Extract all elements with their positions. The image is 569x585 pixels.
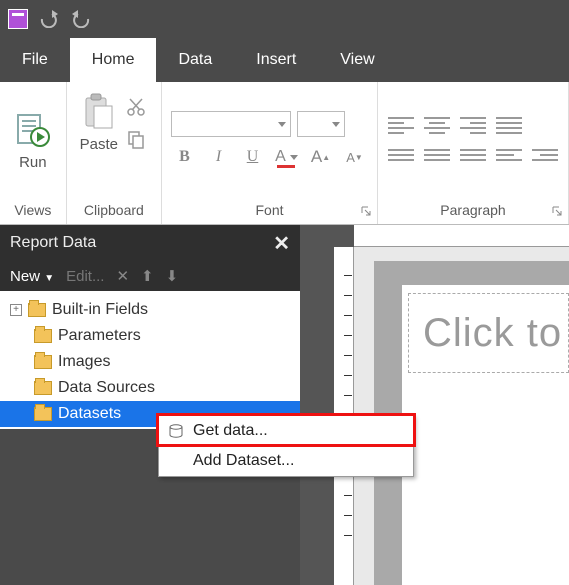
italic-button[interactable]: I: [205, 145, 233, 169]
tab-file[interactable]: File: [0, 38, 70, 82]
chevron-down-icon: [278, 122, 286, 127]
panel-title: Report Data: [10, 234, 96, 252]
paste-label: Paste: [80, 136, 118, 153]
paste-button[interactable]: Paste: [79, 92, 119, 153]
chevron-down-icon: [290, 155, 298, 160]
ribbon-group-paragraph: Paragraph: [378, 82, 569, 224]
folder-icon: [34, 407, 52, 421]
tree-item-parameters[interactable]: Parameters: [0, 323, 300, 349]
context-add-dataset[interactable]: Add Dataset...: [159, 446, 413, 476]
align-center-button[interactable]: [424, 114, 450, 136]
close-icon[interactable]: ✕: [273, 231, 290, 256]
shrink-font-button[interactable]: A▼: [341, 145, 369, 169]
underline-button[interactable]: U: [239, 145, 267, 169]
ribbon-group-clipboard: Paste Clipboard: [67, 82, 162, 224]
design-canvas: 1 Click to: [300, 225, 569, 585]
align-bottom-button[interactable]: [460, 144, 486, 166]
justify-button[interactable]: [496, 114, 522, 136]
quick-access-toolbar: [0, 0, 569, 38]
save-icon[interactable]: [8, 9, 28, 29]
panel-toolbar: New ▼ Edit... ✕ ⬆ ⬇: [0, 261, 300, 291]
folder-icon: [34, 329, 52, 343]
title-placeholder[interactable]: Click to: [408, 293, 569, 373]
run-button[interactable]: Run: [13, 110, 53, 171]
copy-button[interactable]: [123, 126, 149, 152]
context-menu: Get data... Add Dataset...: [158, 415, 414, 477]
align-middle-button[interactable]: [424, 144, 450, 166]
align-top-button[interactable]: [388, 144, 414, 166]
ribbon: Run Views Paste: [0, 82, 569, 225]
folder-icon: [28, 303, 46, 317]
move-up-icon[interactable]: ⬆: [141, 267, 154, 285]
group-label-paragraph: Paragraph: [378, 198, 568, 224]
group-label-clipboard: Clipboard: [67, 198, 161, 224]
group-label-views: Views: [0, 198, 66, 224]
folder-icon: [34, 355, 52, 369]
grow-font-button[interactable]: A▲: [307, 145, 335, 169]
delete-icon[interactable]: ✕: [116, 267, 129, 285]
expand-icon[interactable]: +: [10, 304, 22, 316]
folder-icon: [34, 381, 52, 395]
tree-item-builtin-fields[interactable]: + Built-in Fields: [0, 297, 300, 323]
ribbon-tabs: File Home Data Insert View: [0, 38, 569, 82]
font-color-button[interactable]: A: [273, 145, 301, 169]
report-data-panel: Report Data ✕ New ▼ Edit... ✕ ⬆ ⬇ + Buil…: [0, 225, 300, 585]
bold-button[interactable]: B: [171, 145, 199, 169]
workspace: Report Data ✕ New ▼ Edit... ✕ ⬆ ⬇ + Buil…: [0, 225, 569, 585]
tab-insert[interactable]: Insert: [234, 38, 318, 82]
tab-home[interactable]: Home: [70, 38, 157, 82]
move-down-icon[interactable]: ⬇: [166, 267, 179, 285]
paste-icon: [79, 92, 119, 132]
align-left-button[interactable]: [388, 114, 414, 136]
dialog-launcher-icon[interactable]: [361, 206, 371, 216]
run-icon: [13, 110, 53, 150]
font-size-combo[interactable]: [297, 111, 345, 137]
tree-item-images[interactable]: Images: [0, 349, 300, 375]
chevron-down-icon: [332, 122, 340, 127]
redo-button[interactable]: [70, 10, 92, 28]
horizontal-ruler: 1: [354, 225, 569, 247]
dialog-launcher-icon[interactable]: [552, 206, 562, 216]
edit-button: Edit...: [66, 268, 104, 285]
tree-item-data-sources[interactable]: Data Sources: [0, 375, 300, 401]
decrease-indent-button[interactable]: [496, 144, 522, 166]
align-right-button[interactable]: [460, 114, 486, 136]
report-data-tree: + Built-in Fields Parameters Images Data…: [0, 291, 300, 429]
increase-indent-button[interactable]: [532, 144, 558, 166]
group-label-font: Font: [162, 198, 377, 224]
font-family-combo[interactable]: [171, 111, 291, 137]
report-page[interactable]: Click to: [402, 285, 569, 585]
ribbon-group-views: Run Views: [0, 82, 67, 224]
tab-data[interactable]: Data: [156, 38, 234, 82]
new-button[interactable]: New ▼: [10, 268, 54, 285]
tab-view[interactable]: View: [318, 38, 396, 82]
run-label: Run: [19, 154, 47, 171]
undo-button[interactable]: [38, 10, 60, 28]
context-get-data[interactable]: Get data...: [159, 416, 413, 446]
database-icon: [167, 422, 185, 440]
ribbon-group-font: B I U A A▲ A▼ Font: [162, 82, 378, 224]
cut-button[interactable]: [123, 94, 149, 120]
